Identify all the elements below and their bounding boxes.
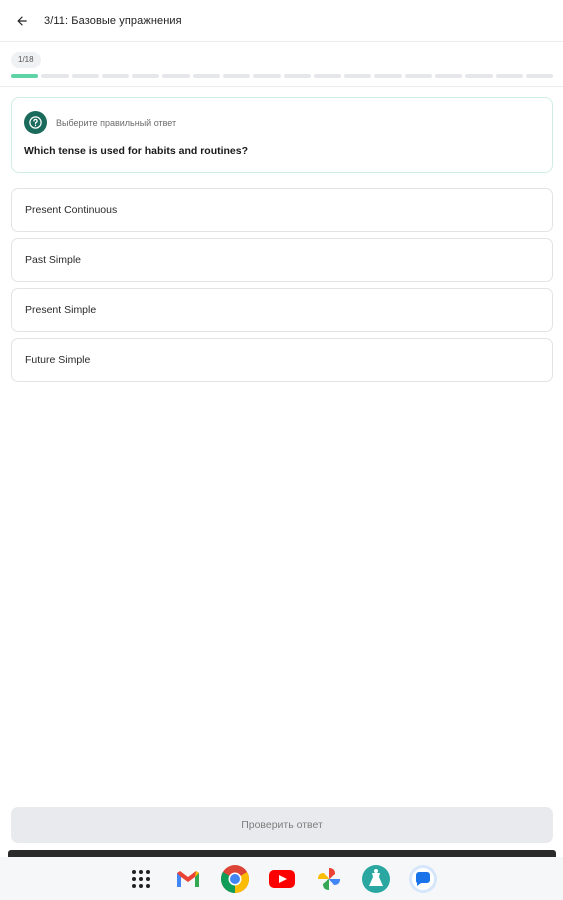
answer-options: Present Continuous Past Simple Present S… <box>11 188 553 388</box>
answer-option-label: Future Simple <box>25 354 91 366</box>
progress-segment <box>525 74 554 78</box>
progress-segment <box>465 74 493 78</box>
progress-segment <box>374 74 402 78</box>
progress-segment <box>222 74 251 78</box>
progress-segment <box>132 74 160 78</box>
step-counter: 1/18 <box>11 52 41 68</box>
question-circle-icon <box>24 111 47 134</box>
progress-segment <box>192 74 220 78</box>
progress-segment <box>253 74 281 78</box>
answer-option-label: Past Simple <box>25 254 82 266</box>
app-dock <box>0 857 563 900</box>
messages-icon[interactable] <box>407 863 439 895</box>
answer-option[interactable]: Past Simple <box>11 238 553 282</box>
progress-segment <box>495 74 523 78</box>
check-answer-button[interactable]: Проверить ответ <box>11 807 553 843</box>
progress-segment <box>283 74 311 78</box>
page-title: 3/11: Базовые упражнения <box>44 14 182 27</box>
answer-option[interactable]: Present Simple <box>11 288 553 332</box>
progress-segment <box>162 74 190 78</box>
answer-option[interactable]: Present Continuous <box>11 188 553 232</box>
progress-segment <box>344 74 372 78</box>
chrome-icon[interactable] <box>219 863 251 895</box>
answer-option-label: Present Simple <box>25 304 97 316</box>
arrow-left-icon <box>17 15 27 26</box>
app-grid-icon[interactable] <box>125 863 157 895</box>
question-text: Which tense is used for habits and routi… <box>24 145 249 157</box>
answer-option-label: Present Continuous <box>25 204 118 216</box>
progress-segment <box>434 74 463 78</box>
progress-segment <box>101 74 130 78</box>
photos-icon[interactable] <box>313 863 345 895</box>
youtube-icon[interactable] <box>266 863 298 895</box>
progress-segment <box>41 74 69 78</box>
back-button[interactable] <box>0 0 44 42</box>
overlay-strip <box>8 850 556 857</box>
progress-segment <box>313 74 342 78</box>
progress-segment <box>71 74 99 78</box>
progress-segment <box>404 74 432 78</box>
progress-segment <box>11 74 39 78</box>
progress-section: 1/18 <box>0 42 563 87</box>
question-instruction: Выберите правильный ответ <box>56 118 177 128</box>
gmail-icon[interactable] <box>172 863 204 895</box>
progress-bar <box>11 74 554 78</box>
top-app-bar: 3/11: Базовые упражнения <box>0 0 563 42</box>
answer-option[interactable]: Future Simple <box>11 338 553 382</box>
app-teal-icon[interactable] <box>360 863 392 895</box>
question-card: Выберите правильный ответ Which tense is… <box>11 97 553 173</box>
